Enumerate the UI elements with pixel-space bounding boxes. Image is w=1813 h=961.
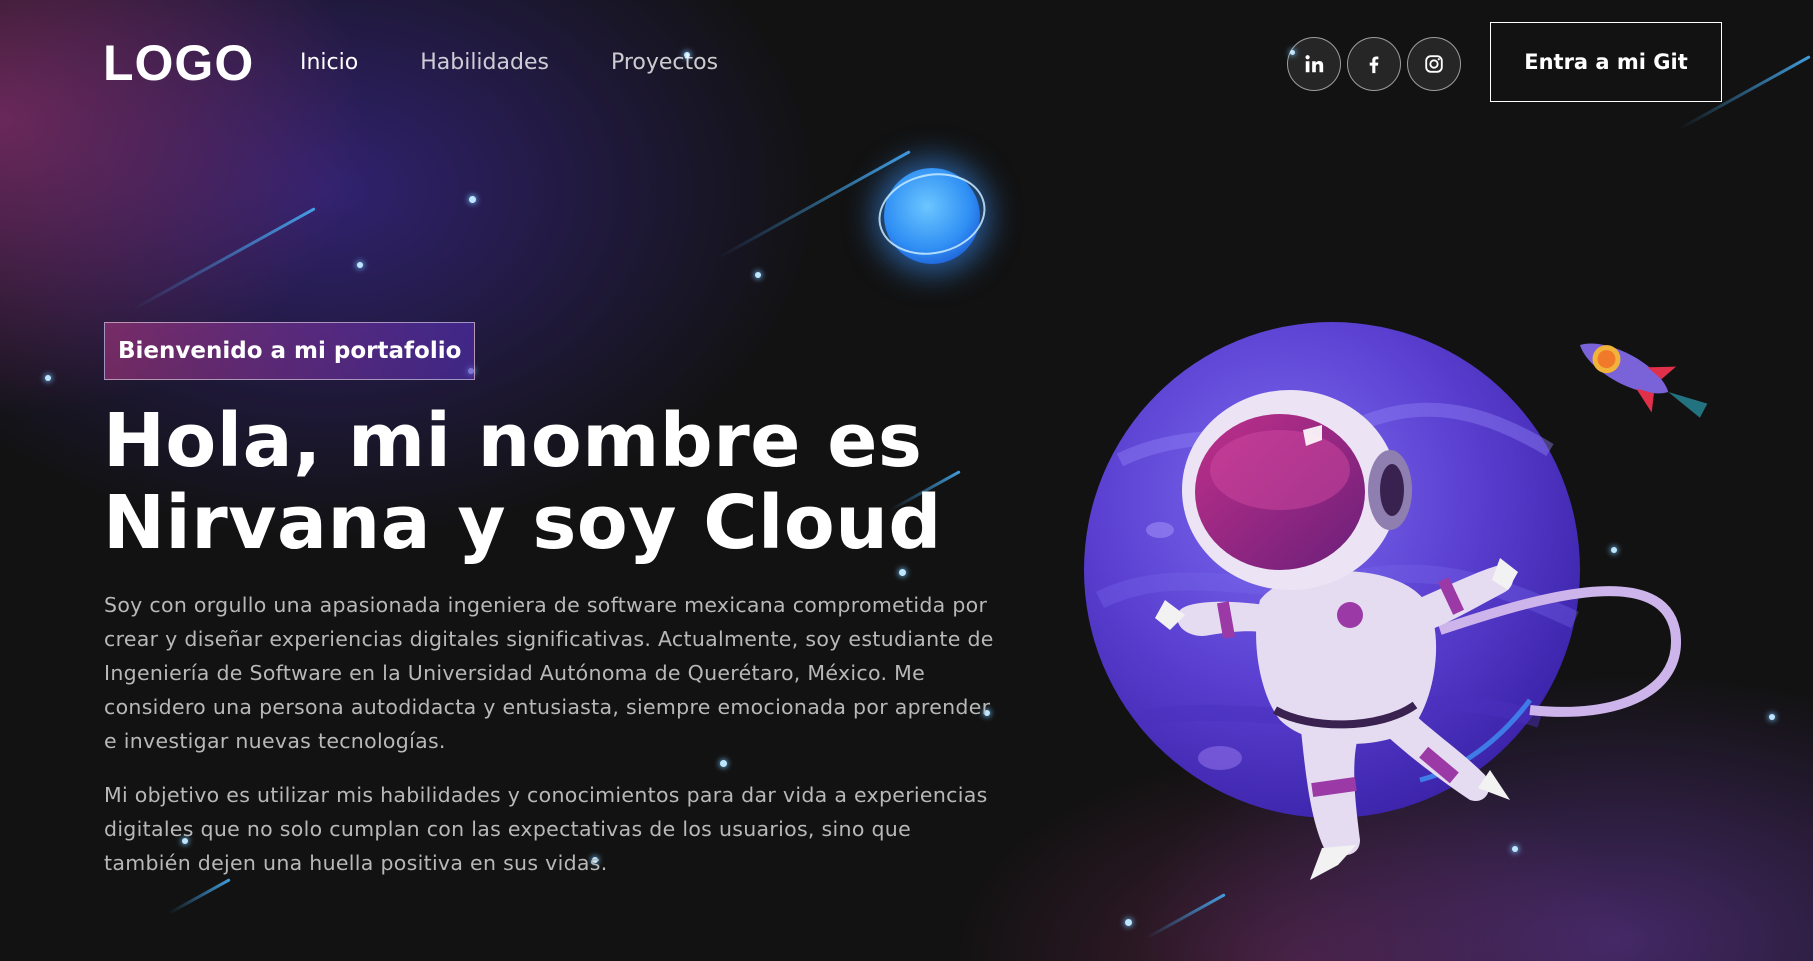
rocket-illustration: [1580, 343, 1708, 418]
hero-title: Hola, mi nombre es Nirvana y soy Cloud: [103, 400, 1003, 564]
instagram-icon: [1425, 55, 1443, 73]
instagram-button[interactable]: [1407, 37, 1461, 91]
hero-paragraph-1: Soy con orgullo una apasionada ingeniera…: [104, 593, 994, 753]
linkedin-button[interactable]: [1287, 37, 1341, 91]
astronaut-planet-illustration: [1084, 322, 1708, 880]
nav-link-inicio[interactable]: Inicio: [300, 48, 358, 78]
linkedin-icon: [1305, 55, 1324, 73]
hero-title-line2: Nirvana y soy Cloud: [103, 480, 942, 566]
hero-paragraph-2: Mi objetivo es utilizar mis habilidades …: [104, 783, 988, 875]
nav-link-proyectos[interactable]: Proyectos: [611, 48, 718, 78]
nav-links: Inicio Habilidades Proyectos: [300, 48, 718, 78]
blue-planet-illustration: [884, 168, 980, 264]
facebook-icon: [1369, 56, 1379, 74]
welcome-tagline: Bienvenido a mi portafolio: [104, 322, 476, 380]
logo[interactable]: LOGO: [103, 34, 254, 92]
git-button[interactable]: Entra a mi Git: [1490, 22, 1722, 102]
nav-link-habilidades[interactable]: Habilidades: [420, 48, 549, 78]
facebook-button[interactable]: [1347, 37, 1401, 91]
navbar: LOGO Inicio Habilidades Proyectos Entra: [0, 0, 1813, 125]
hero-title-line1: Hola, mi nombre es: [103, 398, 923, 484]
social-icons: [1287, 37, 1461, 91]
